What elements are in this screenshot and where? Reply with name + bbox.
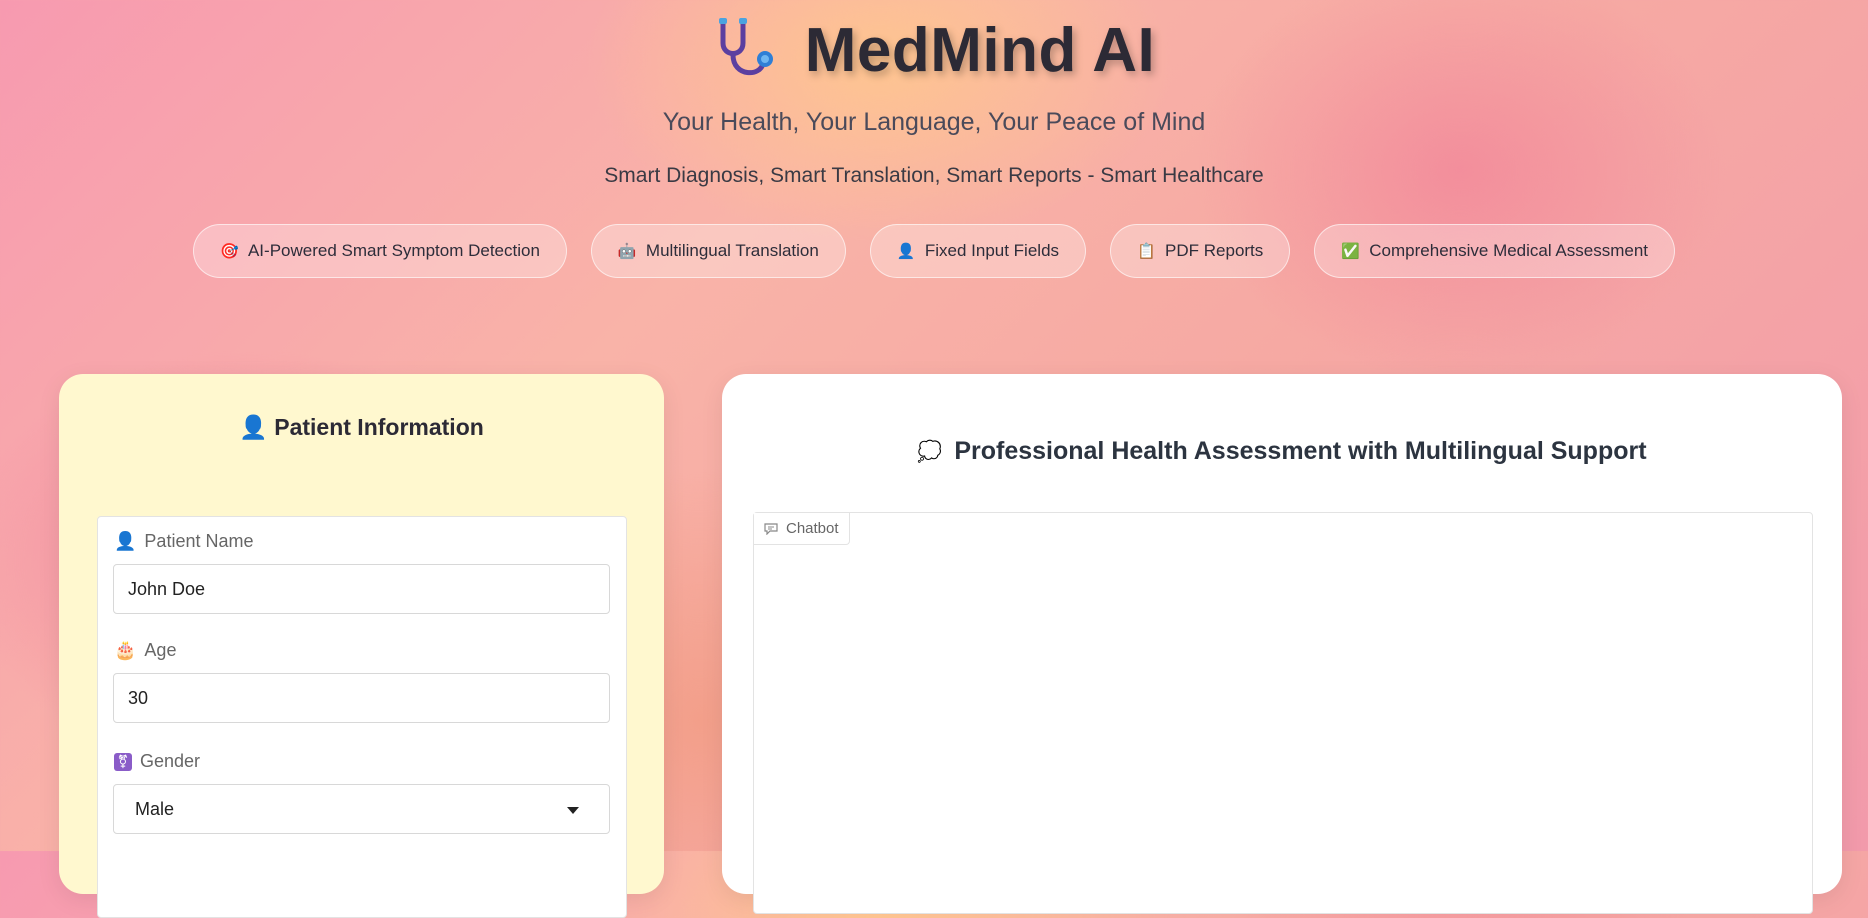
feature-label: Multilingual Translation — [645, 241, 819, 260]
document-icon: 📋 — [1137, 243, 1156, 260]
patient-name-label: 👤 Patient Name — [114, 531, 253, 552]
feature-label: Comprehensive Medical Assessment — [1369, 241, 1649, 260]
input-value: John Doe — [128, 578, 206, 599]
tagline: Your Health, Your Language, Your Peace o… — [662, 108, 1206, 136]
chat-heading: 💭 Professional Health Assessment with Mu… — [722, 437, 1842, 466]
feature-pill-symptom-detection: 🎯 AI-Powered Smart Symptom Detection — [192, 224, 567, 278]
chatbot-area[interactable]: Chatbot — [753, 512, 1813, 914]
stethoscope-icon — [718, 18, 773, 76]
label-text: Age — [144, 640, 177, 660]
target-icon: 🎯 — [219, 243, 239, 260]
gender-icon: ⚧ — [114, 752, 132, 771]
feature-label: PDF Reports — [1165, 241, 1264, 260]
person-icon: 👤 — [114, 531, 137, 551]
patient-info-heading: 👤 Patient Information — [59, 414, 664, 441]
feature-pill-translation: 🤖 Multilingual Translation — [590, 224, 846, 278]
app-title: MedMind AI — [804, 15, 1156, 85]
checkmark-icon: ✅ — [1341, 243, 1360, 260]
gender-select[interactable]: Male — [113, 784, 610, 834]
title-row: MedMind AI — [0, 10, 1868, 90]
label-text: Gender — [140, 751, 201, 771]
feature-label: Fixed Input Fields — [924, 241, 1060, 260]
patient-form: 👤 Patient Name John Doe 🎂 Age 30 ⚧ Gende… — [97, 516, 627, 918]
feature-label: AI-Powered Smart Symptom Detection — [247, 241, 540, 260]
patient-info-panel: 👤 Patient Information 👤 Patient Name Joh… — [59, 374, 664, 918]
feature-pill-assessment: ✅ Comprehensive Medical Assessment — [1314, 224, 1676, 278]
chat-panel: 💭 Professional Health Assessment with Mu… — [722, 374, 1842, 914]
chatbot-tab: Chatbot — [754, 513, 850, 545]
subtagline: Smart Diagnosis, Smart Translation, Smar… — [604, 164, 1264, 187]
person-icon: 👤 — [896, 243, 916, 260]
cake-icon: 🎂 — [114, 640, 137, 660]
age-input[interactable]: 30 — [113, 673, 610, 723]
speech-bubble-icon: 💭 — [917, 441, 943, 463]
feature-pill-input-fields: 👤 Fixed Input Fields — [869, 224, 1087, 278]
feature-pill-pdf-reports: 📋 PDF Reports — [1110, 224, 1291, 278]
feature-pills: 🎯 AI-Powered Smart Symptom Detection 🤖 M… — [0, 224, 1868, 278]
label-text: Patient Name — [144, 531, 254, 551]
person-icon: 👤 — [239, 414, 268, 440]
robot-icon: 🤖 — [617, 243, 637, 260]
age-label: 🎂 Age — [114, 640, 176, 661]
gender-label: ⚧ Gender — [114, 751, 200, 772]
select-value: Male — [135, 798, 175, 819]
patient-name-input[interactable]: John Doe — [113, 564, 610, 614]
chatbot-tab-label: Chatbot — [786, 520, 839, 537]
chevron-down-icon[interactable] — [567, 807, 579, 814]
panel-heading-text: Patient Information — [274, 414, 484, 440]
chat-icon — [764, 522, 778, 535]
panel-heading-text: Professional Health Assessment with Mult… — [954, 437, 1647, 465]
input-value: 30 — [128, 687, 149, 708]
